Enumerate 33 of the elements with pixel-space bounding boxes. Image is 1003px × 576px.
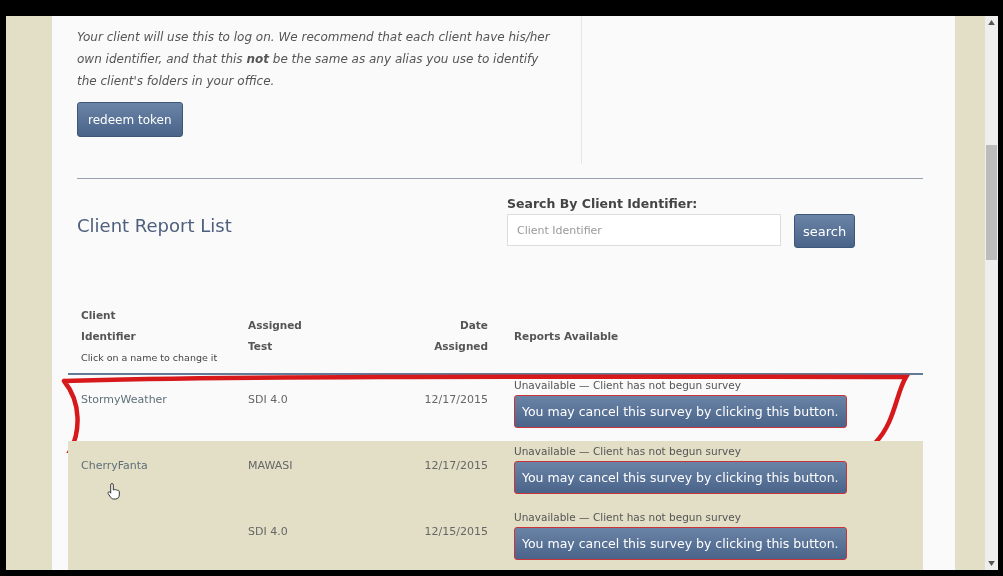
table-cell-text: 12/17/2015 (423, 458, 488, 472)
column-header: Date (460, 318, 488, 333)
column-header: Assigned (434, 339, 488, 354)
column-header: Test (248, 339, 274, 354)
client-link[interactable]: CherryFanta (81, 459, 248, 472)
instruction-text: Your client will use this to log on. We recommend that each client have his/her own identifier, and that this not be the same as any alias you use to identify the client's folders in your office. (77, 29, 552, 90)
cancel-survey-button[interactable]: You may cancel this survey by clicking this button. (514, 395, 847, 428)
hand-cursor-icon (107, 482, 121, 500)
search-button[interactable]: search (794, 214, 856, 248)
table-cell-text: SDI 4.0 (248, 524, 289, 538)
section-title: Client Report List (77, 215, 233, 236)
cancel-survey-button[interactable]: You may cancel this survey by clicking this button. (514, 461, 847, 494)
status-text: Unavailable — Client has not begun survey (514, 511, 741, 523)
table-cell-text: MAWASI (248, 458, 294, 472)
client-link[interactable]: StormyWeather (81, 393, 248, 406)
scrollbar[interactable] (985, 16, 998, 570)
search-field[interactable]: Client Identifier (507, 214, 781, 246)
cancel-survey-button[interactable]: You may cancel this survey by clicking this button. (514, 527, 847, 560)
column-header: Reports Available (514, 328, 619, 344)
scroll-down-icon[interactable] (988, 561, 995, 566)
table-cell-text: SDI 4.0 (248, 392, 289, 406)
table-cell-text: 12/15/2015 (423, 524, 488, 538)
column-header: Client (81, 307, 117, 323)
column-header: Assigned (248, 318, 303, 333)
column-header: Identifier (81, 328, 137, 344)
table-cell-text: 12/17/2015 (423, 392, 488, 406)
search-label: Search By Client Identifier: (507, 196, 699, 213)
status-text: Unavailable — Client has not begun survey (514, 379, 741, 391)
scroll-thumb[interactable] (986, 145, 997, 260)
scroll-up-icon[interactable] (988, 20, 995, 25)
redeem-token-button[interactable]: redeem token (77, 102, 183, 137)
status-text: Unavailable — Client has not begun survey (514, 445, 741, 457)
column-note: Click on a name to change it (81, 350, 219, 365)
